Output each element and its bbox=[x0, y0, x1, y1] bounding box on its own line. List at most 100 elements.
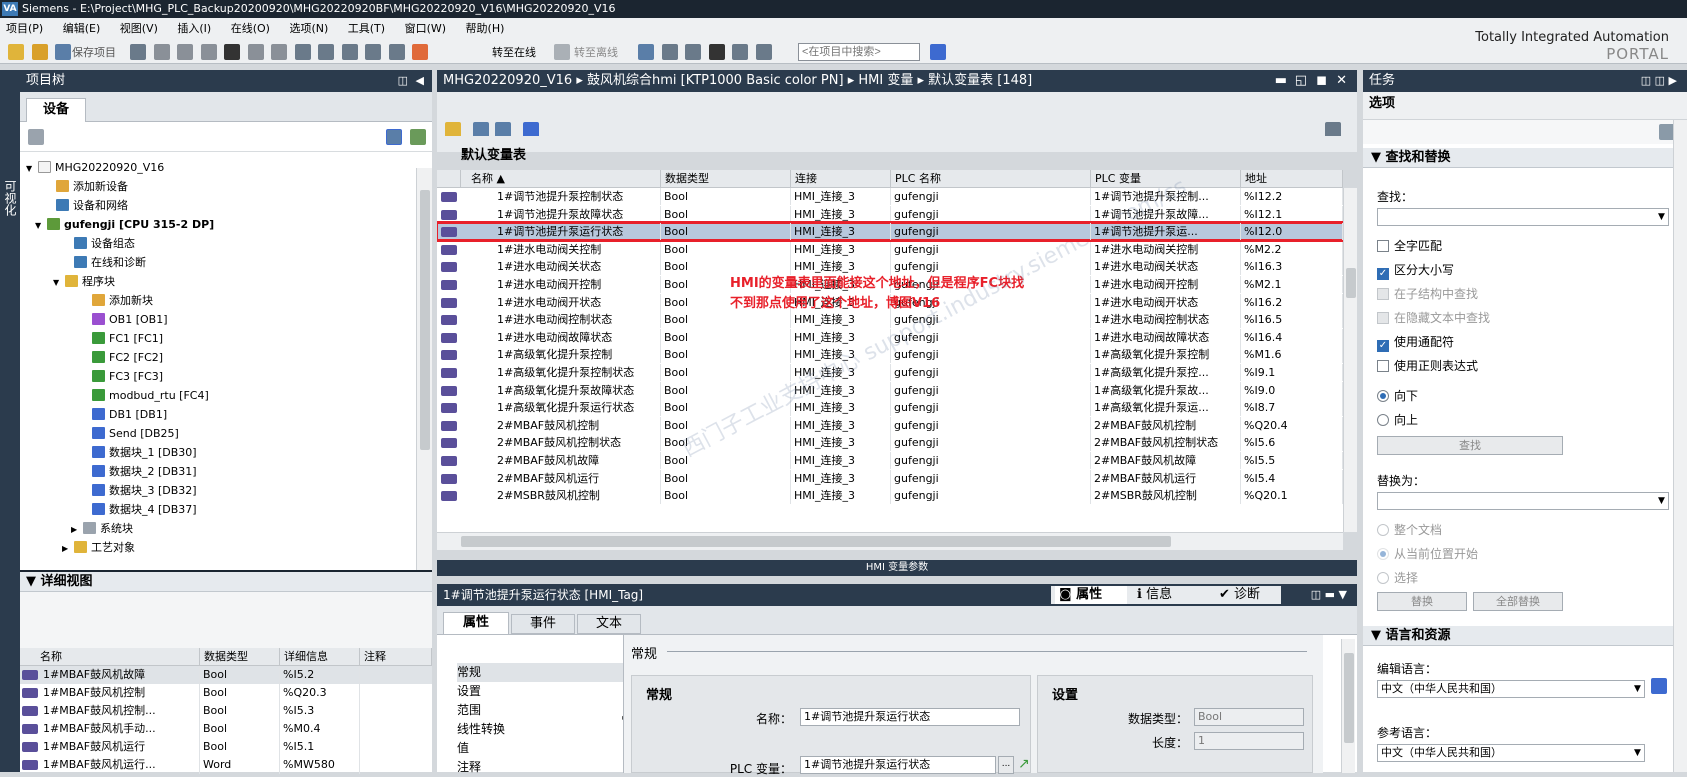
menu-view[interactable]: 视图(V) bbox=[120, 22, 158, 35]
save-project-button[interactable]: 保存项目 bbox=[72, 44, 116, 60]
tag-col-address[interactable]: 地址 bbox=[1241, 170, 1343, 188]
detail-view-header[interactable]: ▼ 详细视图 bbox=[20, 570, 432, 592]
tag-row[interactable]: 2#MBAF鼓风机运行 Bool HMI_连接_3 gufengji 2#MBAF鼓风机… bbox=[437, 469, 1343, 487]
nav-values[interactable]: 值 bbox=[457, 739, 627, 758]
language-settings-icon[interactable] bbox=[1651, 678, 1667, 694]
tag-row[interactable]: 1#高级氧化提升泵故障状态 Bool HMI_连接_3 gufengji 1#高级氧化提… bbox=[437, 381, 1343, 399]
cut-icon[interactable] bbox=[153, 44, 170, 60]
tree-item[interactable]: FC1 [FC1] bbox=[80, 329, 163, 348]
pin-icon[interactable]: ◫ bbox=[398, 70, 408, 92]
detail-col-comment[interactable]: 注释 bbox=[360, 648, 432, 666]
menu-window[interactable]: 窗口(W) bbox=[405, 22, 446, 35]
checkbox[interactable] bbox=[1377, 288, 1389, 300]
breadcrumb-project[interactable]: MHG20220920_V16 bbox=[443, 73, 572, 88]
tag-row[interactable]: 1#调节池提升泵控制状态 Bool HMI_连接_3 gufengji 1#调节池提升泵… bbox=[437, 188, 1343, 205]
split-horizontal-icon[interactable] bbox=[732, 44, 748, 60]
tree-item[interactable]: ▼ 程序块 bbox=[53, 272, 115, 291]
inspector-vscroll-thumb[interactable] bbox=[1344, 653, 1354, 743]
detail-row[interactable]: 1#MBAF鼓风机手动... Bool %M0.4 bbox=[20, 720, 432, 738]
nav-settings[interactable]: 设置 bbox=[457, 682, 627, 701]
simulate-icon[interactable] bbox=[365, 44, 381, 60]
detail-row[interactable]: 1#MBAF鼓风机运行... Word %MW580 bbox=[20, 756, 432, 774]
direction-up-radio[interactable] bbox=[1377, 414, 1389, 426]
find-option[interactable]: ✓ 区分大小写 bbox=[1377, 258, 1490, 282]
plc-tag-browse-button[interactable]: ... bbox=[998, 756, 1014, 774]
tree-sync-icon[interactable] bbox=[410, 129, 426, 145]
nav-linear-scaling[interactable]: 线性转换 bbox=[457, 720, 627, 739]
close-icon[interactable]: ✕ bbox=[1336, 70, 1347, 92]
tree-item[interactable]: FC3 [FC3] bbox=[80, 367, 163, 386]
tree-item[interactable]: 数据块_1 [DB30] bbox=[80, 443, 197, 462]
tree-device-icon[interactable] bbox=[28, 129, 44, 145]
find-option[interactable]: 在隐藏文本中查找 bbox=[1377, 306, 1490, 330]
devices-tab[interactable]: 设备 bbox=[26, 98, 86, 122]
print-icon[interactable] bbox=[130, 44, 146, 60]
tree-item[interactable]: 添加新块 bbox=[80, 291, 153, 310]
delete-icon[interactable] bbox=[224, 44, 240, 60]
ref-language-chevron-down-icon[interactable]: ▼ bbox=[1631, 745, 1644, 761]
tree-item[interactable]: 设备组态 bbox=[62, 234, 135, 253]
new-project-icon[interactable] bbox=[8, 44, 24, 60]
tag-row[interactable]: 1#调节池提升泵故障状态 Bool HMI_连接_3 gufengji 1#调节池提升泵… bbox=[437, 205, 1343, 223]
go-offline-button[interactable]: 转至离线 bbox=[574, 44, 618, 60]
tree-item[interactable]: Send [DB25] bbox=[80, 424, 179, 443]
tree-item[interactable]: ▶ 工艺对象 bbox=[62, 538, 135, 557]
menu-online[interactable]: 在线(O) bbox=[231, 22, 270, 35]
tag-row[interactable]: 1#高级氧化提升泵控制状态 Bool HMI_连接_3 gufengji 1#高级氧化提… bbox=[437, 364, 1343, 381]
scope-whole-radio[interactable] bbox=[1377, 524, 1389, 536]
properties-tab[interactable]: ◙ 属性 bbox=[1055, 586, 1127, 604]
tree-item[interactable]: ▼ gufengji [CPU 315-2 DP] bbox=[35, 215, 214, 234]
edit-language-chevron-down-icon[interactable]: ▼ bbox=[1631, 681, 1644, 697]
menu-insert[interactable]: 插入(I) bbox=[177, 22, 211, 35]
diagnostics-icon[interactable] bbox=[685, 44, 701, 60]
replace-all-button[interactable]: 全部替换 bbox=[1473, 592, 1563, 611]
breadcrumb-device[interactable]: 鼓风机综合hmi [KTP1000 Basic color PN] bbox=[587, 73, 844, 88]
direction-down-option[interactable]: 向下 bbox=[1377, 384, 1418, 408]
plc-tag-field[interactable]: 1#调节池提升泵运行状态 bbox=[800, 756, 996, 774]
detail-col-name[interactable]: 名称 bbox=[20, 648, 200, 666]
hmi-tag-params-bar[interactable]: HMI 变量参数 bbox=[437, 560, 1357, 576]
tag-row[interactable]: 1#高级氧化提升泵控制 Bool HMI_连接_3 gufengji 1#高级氧化提升泵… bbox=[437, 346, 1343, 364]
go-online-icon[interactable] bbox=[412, 44, 428, 60]
detail-row[interactable]: 1#MBAF鼓风机运行 Bool %I5.1 bbox=[20, 738, 432, 756]
tree-item[interactable]: 在线和诊断 bbox=[62, 253, 146, 272]
checkbox[interactable] bbox=[1377, 312, 1389, 324]
compile-icon[interactable] bbox=[294, 44, 311, 60]
menu-project[interactable]: 项目(P) bbox=[6, 22, 43, 35]
inspector-tab-events[interactable]: 事件 bbox=[511, 614, 575, 634]
close-editor-icon[interactable] bbox=[708, 44, 725, 60]
tree-item[interactable]: OB1 [OB1] bbox=[80, 310, 168, 329]
find-replace-header[interactable]: ▼ 查找和替换 bbox=[1363, 148, 1687, 168]
menu-tools[interactable]: 工具(T) bbox=[348, 22, 385, 35]
tag-row[interactable]: 2#MBAF鼓风机控制状态 Bool HMI_连接_3 gufengji 2#MBAF鼓… bbox=[437, 434, 1343, 452]
breadcrumb-tag-table[interactable]: 默认变量表 [148] bbox=[928, 73, 1032, 88]
tag-table-hscroll-thumb[interactable] bbox=[461, 536, 1171, 547]
detail-row[interactable]: 1#MBAF鼓风机控制... Bool %I5.3 bbox=[20, 702, 432, 720]
length-field[interactable]: 1 bbox=[1194, 732, 1304, 750]
expanded-arrow-icon[interactable]: ▼ bbox=[35, 216, 47, 235]
tag-col-datatype[interactable]: 数据类型 bbox=[661, 170, 791, 188]
restore-icon[interactable]: ◱ bbox=[1295, 70, 1307, 92]
project-tree-scroll-thumb[interactable] bbox=[420, 190, 430, 450]
tag-row[interactable]: 1#进水电动阀故障状态 Bool HMI_连接_3 gufengji 1#进水电动阀故障… bbox=[437, 328, 1343, 346]
accessible-devices-icon[interactable] bbox=[638, 44, 654, 60]
tree-view-icon[interactable] bbox=[386, 129, 402, 145]
breadcrumb-hmi-tags[interactable]: HMI 变量 bbox=[858, 73, 913, 88]
tree-item[interactable]: modbud_rtu [FC4] bbox=[80, 386, 209, 405]
checkbox[interactable] bbox=[1377, 240, 1389, 252]
project-tree-scrollbar[interactable] bbox=[416, 168, 432, 570]
tag-row[interactable]: 1#进水电动阀关控制 Bool HMI_连接_3 gufengji 1#进水电动阀关控制… bbox=[437, 240, 1343, 258]
tag-table-vscroll-thumb[interactable] bbox=[1346, 268, 1356, 298]
simulate2-icon[interactable] bbox=[388, 44, 405, 60]
scope-selection-radio[interactable] bbox=[1377, 572, 1389, 584]
collapsed-arrow-icon[interactable]: ▶ bbox=[71, 520, 83, 539]
cross-reference-icon[interactable] bbox=[661, 44, 678, 60]
download-icon[interactable] bbox=[318, 44, 334, 60]
go-offline-icon[interactable] bbox=[554, 44, 570, 60]
tasks-window-controls-icon[interactable]: ◫ ◫ ▶ bbox=[1641, 70, 1677, 92]
expanded-arrow-icon[interactable]: ▼ bbox=[53, 273, 65, 292]
visualization-side-tab[interactable]: 可视化 bbox=[2, 180, 19, 216]
tree-item[interactable]: DB1 [DB1] bbox=[80, 405, 167, 424]
replace-dropdown-chevron-down-icon[interactable]: ▼ bbox=[1655, 493, 1668, 509]
find-option[interactable]: 全字匹配 bbox=[1377, 234, 1490, 258]
